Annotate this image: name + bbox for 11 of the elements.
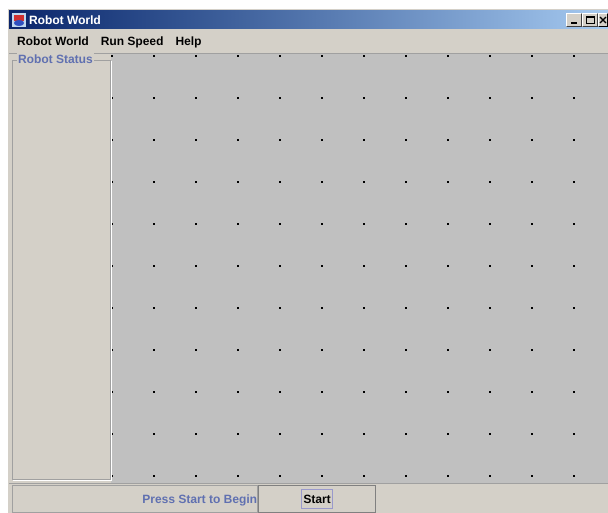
status-message: Press Start to Begin — [142, 491, 257, 508]
menu-item[interactable]: Help — [175, 32, 202, 50]
panel-title: Robot Status — [17, 53, 94, 65]
menu-item[interactable]: Robot World — [17, 32, 89, 50]
close-button[interactable] — [598, 12, 608, 26]
maximize-button[interactable] — [582, 12, 598, 26]
app-icon — [11, 12, 27, 28]
window-title: Robot World — [29, 12, 101, 28]
menu-item[interactable]: Run Speed — [100, 32, 164, 50]
start-button[interactable]: Start — [258, 485, 376, 513]
minimize-button[interactable] — [566, 12, 582, 26]
